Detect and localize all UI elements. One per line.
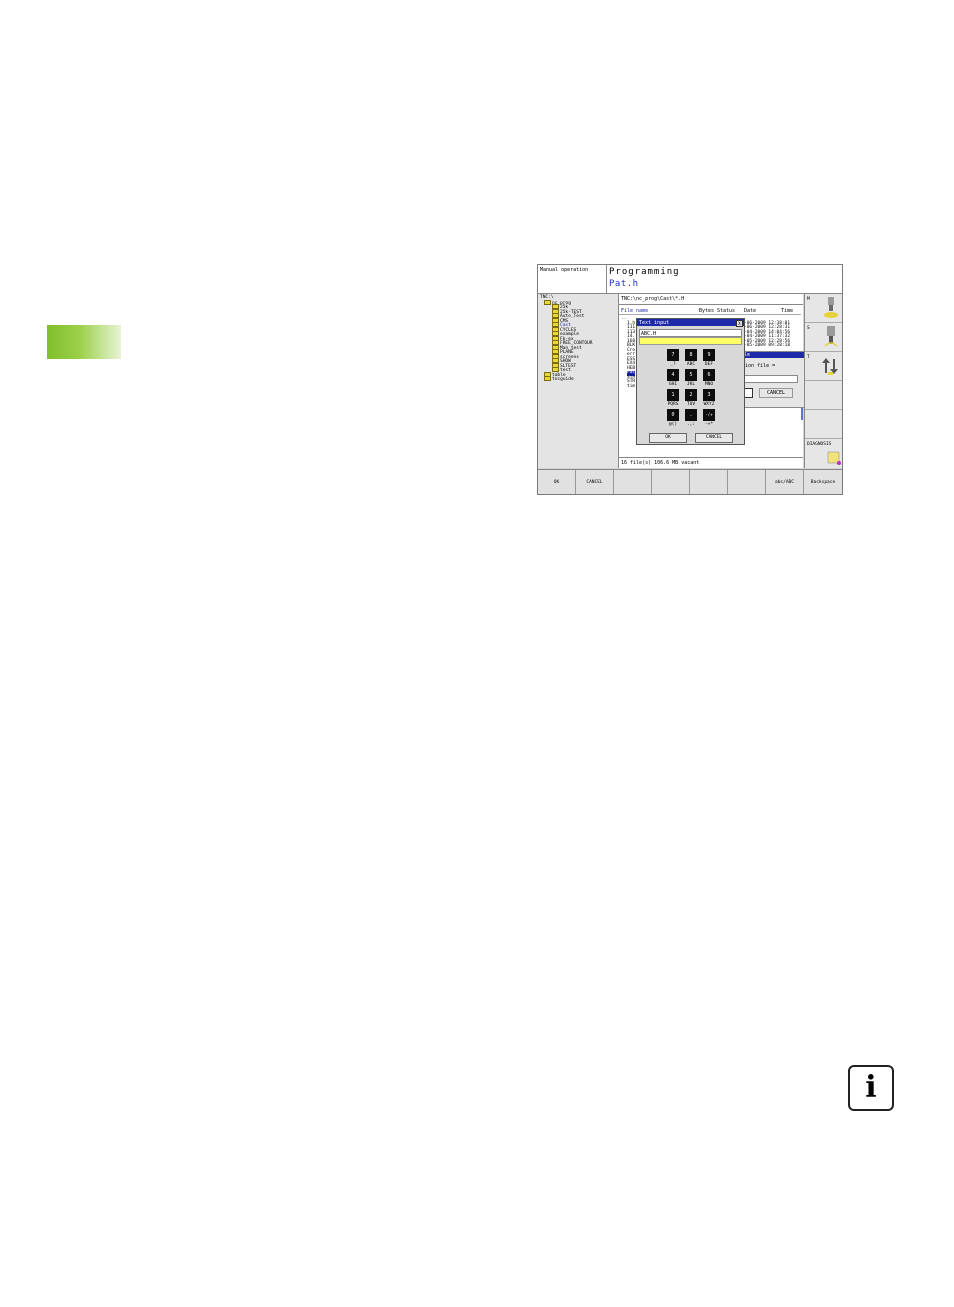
current-path: TNC:\nc_prog\Cast\*.H <box>619 294 803 305</box>
key-9-label: DEF <box>704 362 714 367</box>
status-bar: 16 file(s) 106.6 MB vacant <box>619 457 803 468</box>
chapter-tab <box>47 325 121 359</box>
key-1[interactable]: 1 <box>667 389 679 401</box>
programming-title: Programming <box>609 267 680 277</box>
tool-change-icon <box>822 358 838 375</box>
vertical-softkey-bar: M S T DIAGNOSIS <box>804 294 842 468</box>
text-input-field[interactable]: ABC.H <box>639 329 742 337</box>
softkey-s[interactable]: S <box>805 323 842 352</box>
text-input-title-bar: Text input X <box>637 319 744 327</box>
text-input-cancel-button[interactable]: CANCEL <box>695 433 733 443</box>
key-6[interactable]: 6 <box>703 369 715 381</box>
spindle-icon <box>824 297 838 318</box>
softkey-empty-1[interactable] <box>805 381 842 410</box>
text-input-ok-button[interactable]: OK <box>649 433 687 443</box>
softkey-empty-2[interactable] <box>805 410 842 439</box>
softkey-t[interactable]: T <box>805 352 842 381</box>
key-0[interactable]: 0 <box>667 409 679 421</box>
tree-item[interactable]: tncguide <box>544 376 574 383</box>
col-status[interactable]: Status <box>717 308 735 314</box>
horizontal-softkey-bar: OK CANCEL abc/ABC Backspace <box>538 469 842 494</box>
softkey-empty-6[interactable] <box>728 470 766 494</box>
key-3-label: WXYZ <box>703 402 715 407</box>
info-icon: i <box>848 1065 894 1111</box>
softkey-backspace[interactable]: Backspace <box>804 470 842 494</box>
key-7[interactable]: 7 <box>667 349 679 361</box>
spindle-speed-icon <box>824 326 838 347</box>
col-file-name[interactable]: File name <box>621 308 648 314</box>
softkey-empty-4[interactable] <box>652 470 690 494</box>
file-name-field[interactable] <box>741 375 798 383</box>
softkey-diagnosis[interactable]: DIAGNOSIS <box>805 439 842 468</box>
mode-manual-operation[interactable]: Manual operation <box>538 265 607 294</box>
key-3[interactable]: 3 <box>703 389 715 401</box>
key-sign-label: -+* <box>704 422 714 427</box>
file-row[interactable]: tim <box>627 384 635 390</box>
file-dialog-prompt: ion file = <box>745 363 776 369</box>
file-name-dialog: le ion file = CANCEL <box>736 351 805 408</box>
col-date[interactable]: Date <box>744 308 756 314</box>
col-bytes[interactable]: Bytes <box>699 308 714 314</box>
key-6-label: MNO <box>704 382 714 387</box>
key-8[interactable]: 8 <box>685 349 697 361</box>
softkey-empty-3[interactable] <box>614 470 652 494</box>
key-sign[interactable]: -/+ <box>703 409 715 421</box>
softkey-cancel[interactable]: CANCEL <box>576 470 614 494</box>
file-list-header: File name Bytes Status Date Time <box>619 306 803 315</box>
mode-programming: Programming Pat.h <box>607 265 842 294</box>
key-4[interactable]: 4 <box>667 369 679 381</box>
file-date: -05-2009 09:28:18 <box>744 343 791 348</box>
softkey-abc-case[interactable]: abc/ABC <box>766 470 804 494</box>
text-input-title: Text input <box>639 320 670 326</box>
text-input-dialog: Text input X ABC.H 7 8 9 _? ABC DEF 4 5 … <box>636 318 745 445</box>
text-input-entry-field[interactable] <box>639 337 742 345</box>
diagnosis-icon <box>827 451 841 465</box>
tnc-screenshot: Manual operation Programming Pat.h TNC:\… <box>537 264 843 495</box>
key-dot[interactable]: . <box>685 409 697 421</box>
file-row[interactable]: .. <box>621 316 626 322</box>
directory-tree: TNC:\ nc_prog 25k 25k-TEST Auto_Test CMS… <box>538 294 619 468</box>
folder-icon <box>544 300 551 305</box>
key-5[interactable]: 5 <box>685 369 697 381</box>
file-dialog-cancel-button[interactable]: CANCEL <box>759 388 793 398</box>
program-file-name: Pat.h <box>609 279 639 289</box>
softkey-ok[interactable]: OK <box>538 470 576 494</box>
file-dialog-title: le <box>737 352 804 358</box>
col-time[interactable]: Time <box>781 308 793 314</box>
mode-label: Manual operation <box>540 267 589 273</box>
close-icon[interactable]: X <box>736 319 743 327</box>
softkey-empty-5[interactable] <box>690 470 728 494</box>
key-9[interactable]: 9 <box>703 349 715 361</box>
folder-icon <box>544 376 551 381</box>
key-2[interactable]: 2 <box>685 389 697 401</box>
softkey-m[interactable]: M <box>805 294 842 323</box>
